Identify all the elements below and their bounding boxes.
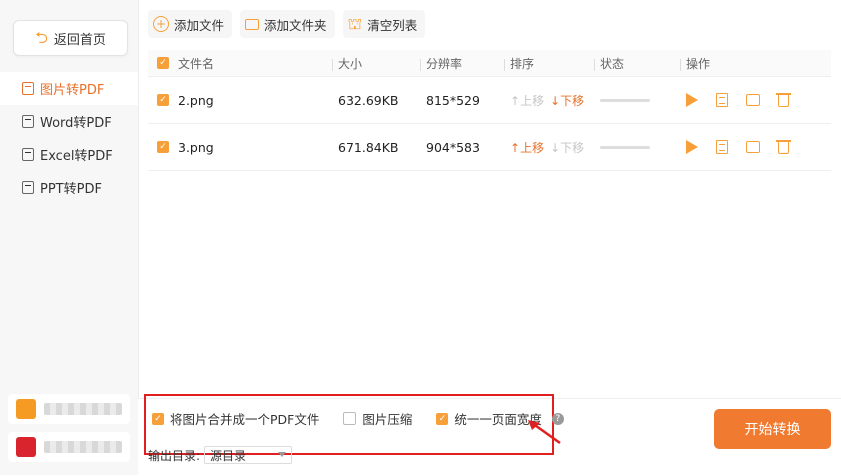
bottom-panel: ✓ 将图片合并成一个PDF文件 图片压缩 ✓ 统一一页面宽度 ? 输出目录: 源… (138, 394, 841, 476)
chevron-down-icon (278, 452, 287, 457)
open-folder-button[interactable] (746, 94, 760, 106)
move-down-label: 下移 (560, 93, 585, 108)
status-progress-bar (600, 98, 650, 102)
play-icon (686, 93, 698, 107)
merge-checkbox[interactable]: ✓ (152, 412, 164, 425)
file-table: ✓ 文件名 大小 分辨率 排序 状态 操作 ✓ 2.png 632.69KB 8… (148, 50, 831, 171)
sidebar-item-image-to-pdf[interactable]: 图片转PDF (0, 72, 138, 105)
folder-icon (245, 18, 260, 30)
compress-option[interactable]: 图片压缩 (343, 409, 412, 428)
table-row: ✓ 2.png 632.69KB 815*529 ↑上移 ↓下移 (148, 77, 831, 124)
file-resolution: 815*529 (426, 92, 480, 108)
move-up-button[interactable]: ↑上移 (510, 139, 544, 156)
header-ops: 操作 (680, 55, 831, 72)
table-row: ✓ 3.png 671.84KB 904*583 ↑上移 ↓下移 (148, 124, 831, 171)
file-name: 3.png (178, 139, 214, 155)
row-checkbox[interactable]: ✓ (157, 94, 169, 106)
add-folder-label: 添加文件夹 (264, 17, 327, 33)
merge-label: 将图片合并成一个PDF文件 (170, 412, 320, 427)
file-resolution: 904*583 (426, 139, 480, 155)
table-header: ✓ 文件名 大小 分辨率 排序 状态 操作 (148, 50, 831, 77)
output-directory: 输出目录: 源目录 (148, 446, 293, 464)
sidebar-item-ppt-to-pdf[interactable]: PPT转PDF (0, 171, 138, 204)
add-file-label: 添加文件 (174, 17, 225, 33)
back-arrow-icon: ⮌ (35, 28, 48, 47)
word-file-icon (22, 115, 34, 128)
header-sort: 排序 (504, 55, 600, 72)
status-progress-bar (600, 145, 650, 149)
select-all-checkbox[interactable]: ✓ (157, 57, 169, 69)
header-status: 状态 (594, 55, 686, 72)
back-home-button[interactable]: ⮌ 返回首页 (13, 20, 128, 56)
sidebar-item-label: Word转PDF (40, 116, 112, 131)
open-folder-button[interactable] (746, 141, 760, 153)
toolbar: + 添加文件 添加文件夹 ⛫ 清空列表 (148, 10, 426, 38)
output-label: 输出目录: (148, 448, 201, 463)
sidebar-item-label: PPT转PDF (40, 182, 102, 197)
promo-app-1[interactable] (8, 394, 130, 424)
add-folder-button[interactable]: 添加文件夹 (240, 10, 335, 38)
row-checkbox[interactable]: ✓ (157, 141, 169, 153)
header-resolution: 分辨率 (420, 55, 510, 72)
add-file-button[interactable]: + 添加文件 (148, 10, 233, 38)
compress-label: 图片压缩 (362, 412, 413, 427)
move-down-label: 下移 (560, 140, 585, 155)
delete-button[interactable] (776, 93, 791, 107)
file-name: 2.png (178, 92, 214, 108)
play-button[interactable] (686, 140, 698, 154)
move-up-label: 上移 (520, 93, 545, 108)
delete-button[interactable] (776, 140, 791, 154)
sidebar: ⮌ 返回首页 图片转PDF Word转PDF Excel转PDF PPT转PDF (0, 0, 139, 475)
ppt-file-icon (22, 181, 34, 194)
options-row: ✓ 将图片合并成一个PDF文件 图片压缩 ✓ 统一一页面宽度 ? (152, 409, 564, 428)
red-arrow-icon (528, 420, 561, 445)
sidebar-item-excel-to-pdf[interactable]: Excel转PDF (0, 138, 138, 171)
merge-option[interactable]: ✓ 将图片合并成一个PDF文件 (152, 409, 319, 428)
move-down-button[interactable]: ↓下移 (550, 92, 584, 109)
blurred-app-name (44, 441, 122, 453)
sidebar-item-word-to-pdf[interactable]: Word转PDF (0, 105, 138, 138)
header-name: 文件名 (178, 56, 215, 71)
output-value: 源目录 (210, 448, 247, 463)
app-logo-icon (16, 437, 36, 457)
add-circle-icon: + (153, 16, 169, 32)
play-icon (686, 140, 698, 154)
excel-file-icon (22, 148, 34, 161)
header-size: 大小 (332, 55, 426, 72)
trash-icon (776, 93, 791, 107)
preview-button[interactable] (716, 93, 728, 107)
promo-app-2[interactable] (8, 432, 130, 462)
sidebar-item-label: 图片转PDF (40, 83, 105, 98)
folder-icon (746, 94, 760, 106)
output-directory-select[interactable]: 源目录 (204, 446, 293, 464)
back-home-label: 返回首页 (53, 32, 106, 48)
sidebar-item-label: Excel转PDF (40, 149, 113, 164)
uniform-width-checkbox[interactable]: ✓ (436, 412, 449, 425)
start-convert-button[interactable]: 开始转换 (714, 409, 831, 449)
trash-icon (776, 140, 791, 154)
play-button[interactable] (686, 93, 698, 107)
document-icon (716, 93, 728, 107)
compress-checkbox[interactable] (343, 412, 357, 425)
move-up-button[interactable]: ↑上移 (510, 92, 544, 109)
preview-button[interactable] (716, 140, 728, 154)
clear-list-label: 清空列表 (367, 17, 418, 33)
file-size: 632.69KB (338, 92, 399, 108)
document-icon (716, 140, 728, 154)
clear-list-button[interactable]: ⛫ 清空列表 (342, 10, 426, 38)
sidebar-nav: 图片转PDF Word转PDF Excel转PDF PPT转PDF (0, 72, 138, 204)
folder-icon (746, 141, 760, 153)
app-logo-icon (16, 399, 36, 419)
move-up-label: 上移 (520, 140, 545, 155)
image-file-icon (22, 82, 34, 95)
move-down-button[interactable]: ↓下移 (550, 139, 584, 156)
file-size: 671.84KB (338, 139, 399, 155)
broom-icon: ⛫ (347, 14, 363, 33)
blurred-app-name (44, 403, 122, 415)
